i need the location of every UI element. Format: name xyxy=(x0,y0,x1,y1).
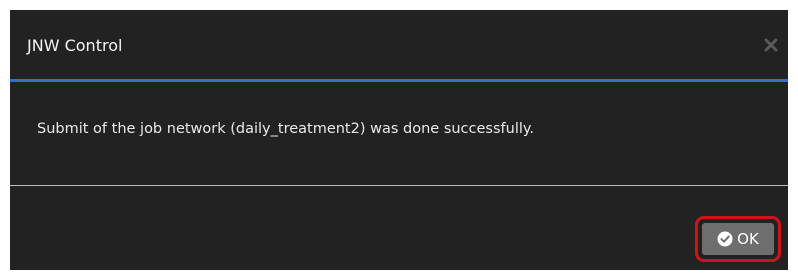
dialog-footer: OK xyxy=(10,186,788,270)
dialog-body: Submit of the job network (daily_treatme… xyxy=(10,82,788,186)
dialog-message: Submit of the job network (daily_treatme… xyxy=(37,121,535,137)
close-icon xyxy=(764,38,778,52)
close-button[interactable] xyxy=(756,30,786,60)
check-circle-icon xyxy=(717,231,733,247)
dialog-header: JNW Control xyxy=(10,10,788,82)
ok-button-highlight: OK xyxy=(695,216,781,262)
ok-button-label: OK xyxy=(737,230,759,248)
ok-button[interactable]: OK xyxy=(702,223,774,255)
jnw-control-dialog: JNW Control Submit of the job network (d… xyxy=(10,10,788,270)
dialog-title: JNW Control xyxy=(27,36,123,55)
